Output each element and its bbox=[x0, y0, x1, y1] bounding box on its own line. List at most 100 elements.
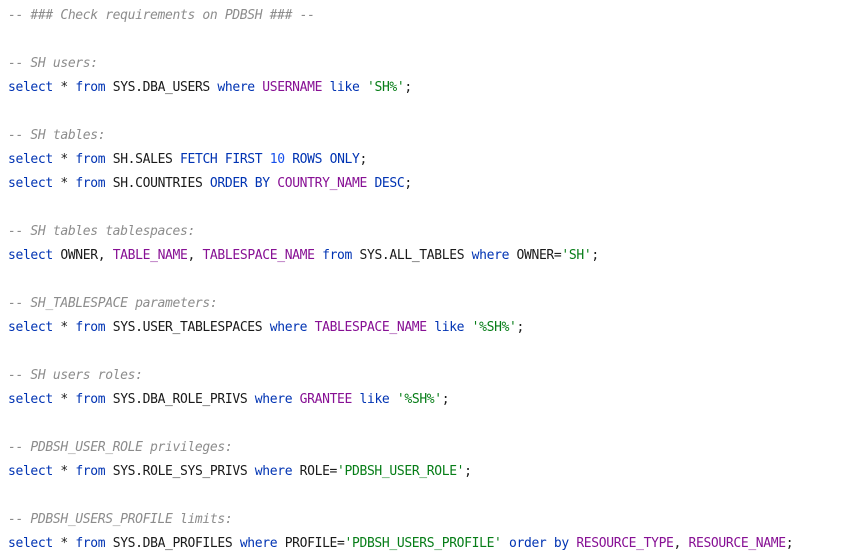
code-line[interactable]: select * from SH.COUNTRIES ORDER BY COUN… bbox=[0, 172, 852, 196]
code-token-plain: ; bbox=[464, 464, 472, 479]
code-token-keyword: from bbox=[75, 80, 106, 95]
code-token-number: 10 bbox=[269, 152, 285, 167]
code-line[interactable]: -- SH users roles: bbox=[0, 364, 852, 388]
code-line[interactable]: -- SH tables tablespaces: bbox=[0, 220, 852, 244]
code-token-plain: * bbox=[52, 176, 76, 191]
code-token-plain: , bbox=[187, 248, 203, 263]
code-token-keyword: from bbox=[322, 248, 353, 263]
code-line[interactable]: select OWNER, TABLE_NAME, TABLESPACE_NAM… bbox=[0, 244, 852, 268]
code-token-string: 'SH' bbox=[561, 248, 592, 263]
code-token-comment: -- PDBSH_USERS_PROFILE limits: bbox=[8, 512, 233, 527]
code-token-plain: SYS.DBA_USERS bbox=[105, 80, 218, 95]
code-line[interactable]: select * from SH.SALES FETCH FIRST 10 RO… bbox=[0, 148, 852, 172]
code-token-plain: * bbox=[52, 392, 76, 407]
code-token-comment: -- SH users: bbox=[8, 56, 98, 71]
code-line[interactable]: -- ### Check requirements on PDBSH ### -… bbox=[0, 4, 852, 28]
code-token-keyword: like bbox=[329, 80, 360, 95]
code-token-plain: , bbox=[673, 536, 689, 551]
code-token-string: 'PDBSH_USER_ROLE' bbox=[337, 464, 465, 479]
code-line[interactable]: -- SH_TABLESPACE parameters: bbox=[0, 292, 852, 316]
code-token-keyword: select bbox=[8, 248, 53, 263]
code-line[interactable]: select * from SYS.DBA_PROFILES where PRO… bbox=[0, 532, 852, 556]
code-token-keyword: DESC bbox=[374, 176, 405, 191]
code-token-comment: -- SH_TABLESPACE parameters: bbox=[8, 296, 218, 311]
code-token-keyword: select bbox=[8, 80, 53, 95]
code-token-plain: PROFILE= bbox=[277, 536, 345, 551]
code-line[interactable]: -- PDBSH_USERS_PROFILE limits: bbox=[0, 508, 852, 532]
code-line[interactable]: -- SH users: bbox=[0, 52, 852, 76]
code-token-plain: * bbox=[52, 536, 76, 551]
code-token-keyword: from bbox=[75, 392, 106, 407]
code-token-keyword: where bbox=[239, 536, 278, 551]
code-line[interactable] bbox=[0, 100, 852, 124]
code-token-plain: * bbox=[52, 152, 76, 167]
code-token-plain: ; bbox=[404, 176, 412, 191]
code-token-keyword: from bbox=[75, 536, 106, 551]
code-token-column: RESOURCE_NAME bbox=[688, 536, 787, 551]
code-line[interactable]: select * from SYS.DBA_USERS where USERNA… bbox=[0, 76, 852, 100]
code-token-keyword: like bbox=[434, 320, 465, 335]
code-line[interactable] bbox=[0, 196, 852, 220]
code-line[interactable]: -- SH tables: bbox=[0, 124, 852, 148]
code-token-column: GRANTEE bbox=[299, 392, 353, 407]
code-token-keyword: where bbox=[254, 464, 293, 479]
code-token-plain: ; bbox=[516, 320, 525, 335]
code-line[interactable] bbox=[0, 484, 852, 508]
code-token-keyword: FETCH FIRST bbox=[180, 152, 263, 167]
code-token-plain: ; bbox=[785, 536, 794, 551]
code-line[interactable] bbox=[0, 268, 852, 292]
code-token-plain: * bbox=[52, 464, 76, 479]
code-token-keyword: ROWS ONLY bbox=[292, 152, 360, 167]
code-line[interactable]: select * from SYS.USER_TABLESPACES where… bbox=[0, 316, 852, 340]
code-token-keyword: where bbox=[217, 80, 255, 95]
code-token-plain: OWNER, bbox=[52, 248, 113, 263]
code-token-comment: -- SH tables: bbox=[8, 128, 106, 143]
code-token-keyword: select bbox=[8, 320, 53, 335]
code-token-keyword: from bbox=[75, 320, 106, 335]
code-token-keyword: like bbox=[359, 392, 390, 407]
code-token-plain: ; bbox=[441, 392, 450, 407]
code-token-string: 'SH%' bbox=[366, 80, 405, 95]
code-token-comment: -- SH users roles: bbox=[8, 368, 143, 383]
code-token-plain: SH.COUNTRIES bbox=[105, 176, 210, 191]
code-line[interactable] bbox=[0, 412, 852, 436]
code-token-column: RESOURCE_TYPE bbox=[576, 536, 674, 551]
code-token-keyword: ORDER BY bbox=[209, 176, 270, 191]
code-token-column: TABLE_NAME bbox=[112, 248, 188, 263]
code-token-keyword: select bbox=[8, 392, 53, 407]
code-line[interactable]: select * from SYS.DBA_ROLE_PRIVS where G… bbox=[0, 388, 852, 412]
code-token-plain: ; bbox=[359, 152, 368, 167]
code-line[interactable] bbox=[0, 28, 852, 52]
code-token-keyword: where bbox=[254, 392, 293, 407]
code-line[interactable] bbox=[0, 340, 852, 364]
code-token-plain: SYS.DBA_PROFILES bbox=[105, 536, 240, 551]
code-token-plain: SH.SALES bbox=[105, 152, 181, 167]
code-token-keyword: where bbox=[269, 320, 308, 335]
code-line[interactable]: select * from SYS.ROLE_SYS_PRIVS where R… bbox=[0, 460, 852, 484]
code-token-plain: * bbox=[52, 80, 76, 95]
code-token-keyword: select bbox=[8, 536, 53, 551]
code-token-column: USERNAME bbox=[262, 80, 323, 95]
code-line[interactable]: -- PDBSH_USER_ROLE privileges: bbox=[0, 436, 852, 460]
code-token-plain: SYS.ALL_TABLES bbox=[352, 248, 472, 263]
code-token-keyword: select bbox=[8, 464, 53, 479]
code-token-plain: ROLE= bbox=[292, 464, 338, 479]
code-token-plain: SYS.USER_TABLESPACES bbox=[105, 320, 270, 335]
code-token-column: COUNTRY_NAME bbox=[277, 176, 367, 191]
code-token-keyword: from bbox=[75, 464, 106, 479]
code-token-plain: ; bbox=[591, 248, 599, 263]
code-token-plain: OWNER= bbox=[509, 248, 562, 263]
sql-editor[interactable]: -- ### Check requirements on PDBSH ### -… bbox=[0, 0, 852, 557]
code-token-comment: -- PDBSH_USER_ROLE privileges: bbox=[8, 440, 233, 455]
code-token-keyword: select bbox=[8, 152, 53, 167]
code-token-comment: -- ### Check requirements on PDBSH ### -… bbox=[8, 8, 315, 23]
code-token-string: '%SH%' bbox=[396, 392, 442, 407]
